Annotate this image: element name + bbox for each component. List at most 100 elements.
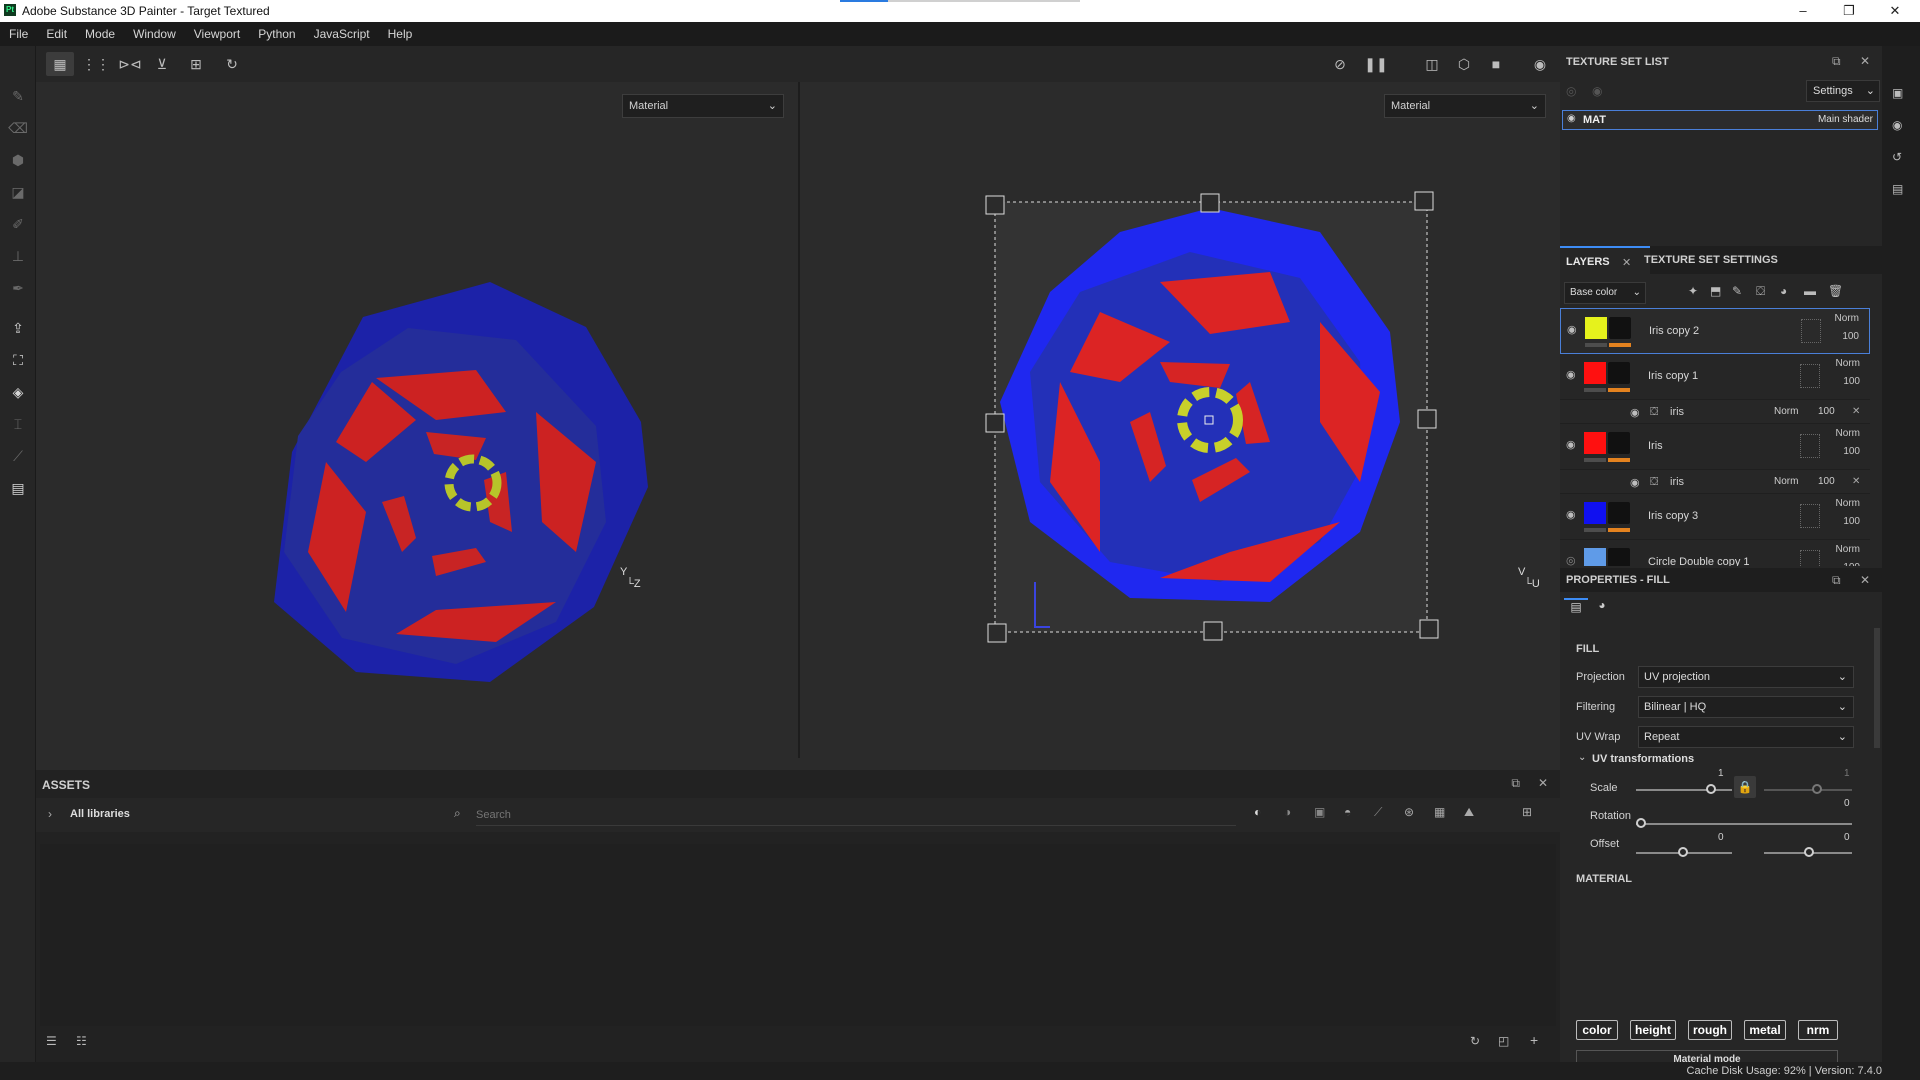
scale-v-slider-handle[interactable] xyxy=(1812,784,1822,794)
detail-view-icon[interactable]: ☷ xyxy=(76,1034,87,1048)
smudge-icon[interactable]: ✐ xyxy=(8,214,28,234)
log-icon[interactable]: ▤ xyxy=(1892,182,1903,196)
properties-scrollbar[interactable] xyxy=(1874,628,1880,748)
reset-camera-icon[interactable]: ↻ xyxy=(218,52,246,76)
view-grid-icon[interactable]: ⊞ xyxy=(1522,805,1532,819)
eye-icon[interactable]: ◉ xyxy=(1566,508,1576,521)
add-icon[interactable]: + xyxy=(1530,1032,1538,1048)
layer-blend-select[interactable]: Norm xyxy=(1836,358,1860,369)
scale-slider-handle[interactable] xyxy=(1706,784,1716,794)
list-view-icon[interactable]: ☰ xyxy=(46,1034,57,1048)
layer-row[interactable]: ◉ Iris copy 3 Norm 100 xyxy=(1560,494,1870,540)
remove-effect-icon[interactable]: ✕ xyxy=(1852,476,1860,487)
material-mode-select[interactable]: Material mode xyxy=(1576,1050,1838,1062)
grid-filter-icon[interactable]: ▦ xyxy=(1434,805,1445,819)
restore-button[interactable]: ❐ xyxy=(1826,0,1872,22)
menu-window[interactable]: Window xyxy=(124,22,185,46)
effect-blend-select[interactable]: Norm xyxy=(1774,406,1798,417)
generators-icon[interactable]: ◓ xyxy=(1344,805,1351,819)
viewport-2d[interactable]: Material⌄ V └U xyxy=(800,82,1560,758)
layout-single-icon[interactable]: ▦ xyxy=(46,52,74,76)
rotation-slider-handle[interactable] xyxy=(1636,818,1646,828)
channel-chip-height[interactable]: height xyxy=(1630,1020,1676,1040)
layer-blend-select[interactable]: Norm xyxy=(1836,544,1860,555)
add-folder-icon[interactable]: ▬ xyxy=(1804,284,1816,298)
paint-brush-icon[interactable]: ✎ xyxy=(8,86,28,106)
path-icon[interactable]: ⟋ xyxy=(8,446,28,466)
all-libraries-label[interactable]: All libraries xyxy=(70,808,130,820)
menu-javascript[interactable]: JavaScript xyxy=(305,22,379,46)
layer-blend-select[interactable]: Norm xyxy=(1836,428,1860,439)
channel-select[interactable]: Base color⌄ xyxy=(1564,282,1646,304)
tab-texture-set-settings[interactable]: TEXTURE SET SETTINGS xyxy=(1644,254,1778,266)
fill-projection-icon[interactable]: ⇪ xyxy=(8,318,28,338)
eye-icon[interactable]: ◉ xyxy=(1630,406,1640,419)
menu-edit[interactable]: Edit xyxy=(37,22,76,46)
scale-value[interactable]: 1 xyxy=(1718,768,1724,779)
filtering-select[interactable]: Bilinear | HQ⌄ xyxy=(1638,696,1854,718)
layer-mask-thumbnail[interactable] xyxy=(1609,317,1631,339)
layer-row[interactable]: ◉ Iris copy 1 Norm 100 xyxy=(1560,354,1870,400)
layer-blend-select[interactable]: Norm xyxy=(1836,498,1860,509)
menu-python[interactable]: Python xyxy=(249,22,304,46)
projection-select[interactable]: UV projection⌄ xyxy=(1638,666,1854,688)
hide-icon[interactable]: ⊘ xyxy=(1326,52,1354,76)
screenshot-icon[interactable]: ◉ xyxy=(1526,52,1554,76)
rotation-value[interactable]: 0 xyxy=(1844,798,1850,809)
hide-icon[interactable]: ◎ xyxy=(1566,84,1576,98)
menu-help[interactable]: Help xyxy=(379,22,422,46)
layer-opacity[interactable]: 100 xyxy=(1843,376,1860,387)
view-split-icon[interactable]: ◫ xyxy=(1418,52,1446,76)
float-panel-icon[interactable]: ⧉ xyxy=(1832,54,1841,69)
chevron-down-icon[interactable]: ⌄ xyxy=(1578,752,1586,763)
layer-mask-thumbnail[interactable] xyxy=(1608,502,1630,524)
clone-stamp-icon[interactable]: ⊥ xyxy=(8,246,28,266)
layer-mask-thumbnail[interactable] xyxy=(1608,548,1630,566)
eraser-icon[interactable]: ⌫ xyxy=(8,118,28,138)
effect-opacity[interactable]: 100 xyxy=(1818,406,1835,417)
effect-opacity[interactable]: 100 xyxy=(1818,476,1835,487)
add-smart-material-icon[interactable]: ◕ xyxy=(1780,284,1787,298)
alphas-icon[interactable]: ⊛ xyxy=(1404,805,1414,819)
pause-icon[interactable]: ❚❚ xyxy=(1362,52,1390,76)
assets-search-input[interactable] xyxy=(476,804,1236,826)
symmetry-y-icon[interactable]: ⊻ xyxy=(148,52,176,76)
new-window-icon[interactable]: ◰ xyxy=(1498,1034,1509,1048)
effect-row[interactable]: ◉ ⛋ iris Norm 100 ✕ xyxy=(1560,400,1870,424)
layer-opacity[interactable]: 100 xyxy=(1842,331,1859,342)
geometry-mask-icon[interactable]: ◪ xyxy=(8,182,28,202)
shader-settings-icon[interactable]: ◉ xyxy=(1892,118,1902,132)
remove-effect-icon[interactable]: ✕ xyxy=(1852,406,1860,417)
texture-set-item[interactable]: ◉ MAT Main shader xyxy=(1562,110,1878,130)
close-panel-icon[interactable]: ✕ xyxy=(1860,54,1870,68)
materials-filter-icon[interactable]: ◐ xyxy=(1254,805,1261,819)
offset-v-slider-handle[interactable] xyxy=(1804,847,1814,857)
camera-icon[interactable]: ■ xyxy=(1482,52,1510,76)
history-icon[interactable]: ↺ xyxy=(1892,150,1902,164)
minimize-button[interactable]: – xyxy=(1780,0,1826,22)
bake-icon[interactable]: ◈ xyxy=(8,382,28,402)
uv-wrap-select[interactable]: Repeat⌄ xyxy=(1638,726,1854,748)
eye-icon[interactable]: ◉ xyxy=(1567,323,1577,336)
tab-layers[interactable]: LAYERS ✕ xyxy=(1560,246,1650,274)
layer-opacity[interactable]: 100 xyxy=(1843,516,1860,527)
layer-blend-select[interactable]: Norm xyxy=(1835,313,1859,324)
menu-viewport[interactable]: Viewport xyxy=(185,22,249,46)
refresh-icon[interactable]: ↻ xyxy=(1470,1034,1480,1048)
offset-u-value[interactable]: 0 xyxy=(1718,832,1724,843)
measure-icon[interactable]: ⌶ xyxy=(8,414,28,434)
viewport-3d[interactable]: Material⌄ Y └Z xyxy=(36,82,798,758)
channel-chip-metal[interactable]: metal xyxy=(1744,1020,1786,1040)
menu-file[interactable]: File xyxy=(0,22,37,46)
color-picker-icon[interactable]: ✒ xyxy=(8,278,28,298)
float-panel-icon[interactable]: ⧉ xyxy=(1832,573,1841,588)
environment-icon[interactable]: ⛰ xyxy=(1464,805,1474,820)
close-panel-icon[interactable]: ✕ xyxy=(1860,573,1870,587)
delete-layer-icon[interactable]: 🗑 xyxy=(1828,284,1843,298)
3d-view-icon[interactable]: ⬡ xyxy=(1450,52,1478,76)
add-fill-layer-icon[interactable]: ⛋ xyxy=(1756,284,1765,299)
annotation-icon[interactable]: ▤ xyxy=(8,478,28,498)
effect-row[interactable]: ◉ ⛋ iris Norm 100 ✕ xyxy=(1560,470,1870,494)
offset-u-slider-handle[interactable] xyxy=(1678,847,1688,857)
add-paint-layer-icon[interactable]: ✎ xyxy=(1732,284,1742,298)
